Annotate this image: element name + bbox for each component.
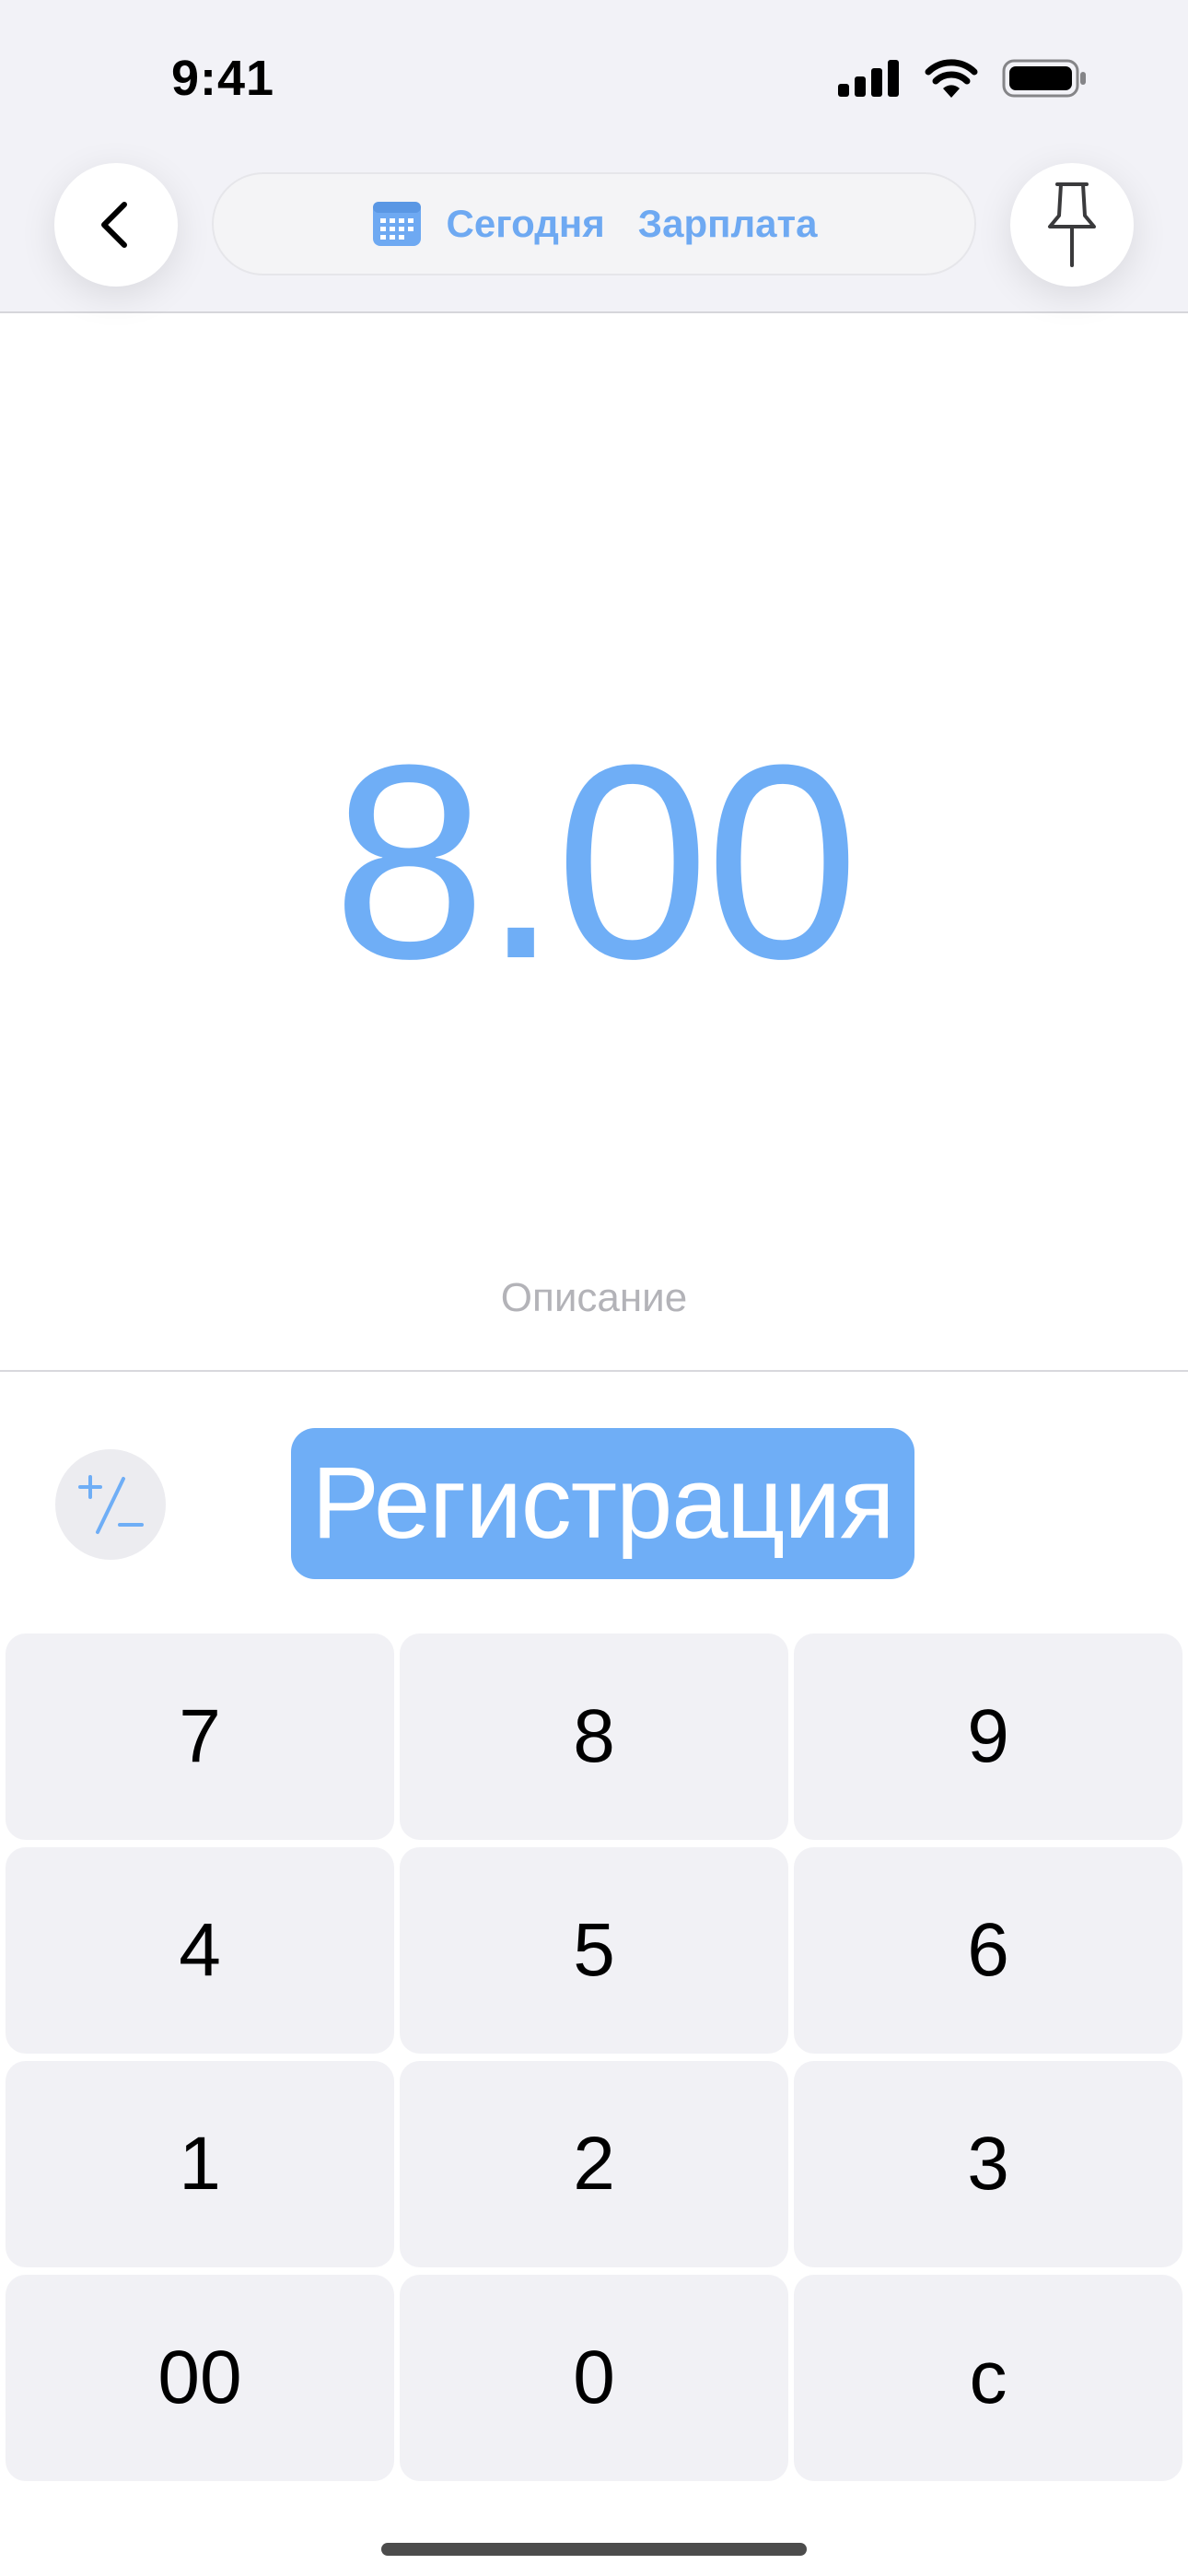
key-5[interactable]: 5	[400, 1847, 788, 2054]
key-clear[interactable]: c	[794, 2275, 1182, 2481]
home-indicator	[381, 2543, 807, 2556]
category-label: Зарплата	[637, 202, 818, 245]
key-3[interactable]: 3	[794, 2061, 1182, 2267]
plus-minus-icon	[78, 1475, 144, 1534]
top-header: 9:41 Сегодня Зарплата	[0, 0, 1188, 313]
chevron-left-icon	[101, 202, 127, 248]
key-1[interactable]: 1	[6, 2061, 394, 2267]
key-7[interactable]: 7	[6, 1633, 394, 1840]
cellular-signal-icon	[838, 60, 899, 97]
battery-icon	[1002, 59, 1086, 98]
pin-button[interactable]	[1010, 163, 1134, 287]
submit-button[interactable]: Регистрация	[291, 1428, 914, 1579]
divider	[0, 1370, 1188, 1372]
status-icons	[838, 59, 1087, 98]
sign-toggle-button[interactable]	[55, 1449, 166, 1560]
pushpin-icon	[1048, 182, 1096, 267]
numeric-keypad: 7 8 9 4 5 6 1 2 3 00 0 c	[6, 1633, 1182, 2481]
description-field[interactable]: Описание	[0, 1275, 1188, 1321]
calendar-icon	[372, 202, 421, 246]
back-button[interactable]	[54, 163, 178, 287]
key-2[interactable]: 2	[400, 2061, 788, 2267]
key-4[interactable]: 4	[6, 1847, 394, 2054]
wifi-icon	[925, 59, 978, 98]
key-0[interactable]: 0	[400, 2275, 788, 2481]
key-00[interactable]: 00	[6, 2275, 394, 2481]
key-8[interactable]: 8	[400, 1633, 788, 1840]
key-6[interactable]: 6	[794, 1847, 1182, 2054]
date-category-selector[interactable]: Сегодня Зарплата	[212, 172, 976, 275]
amount-display: 8.00	[332, 707, 859, 1016]
status-time: 9:41	[171, 51, 275, 106]
date-label: Сегодня	[446, 202, 605, 245]
key-9[interactable]: 9	[794, 1633, 1182, 1840]
